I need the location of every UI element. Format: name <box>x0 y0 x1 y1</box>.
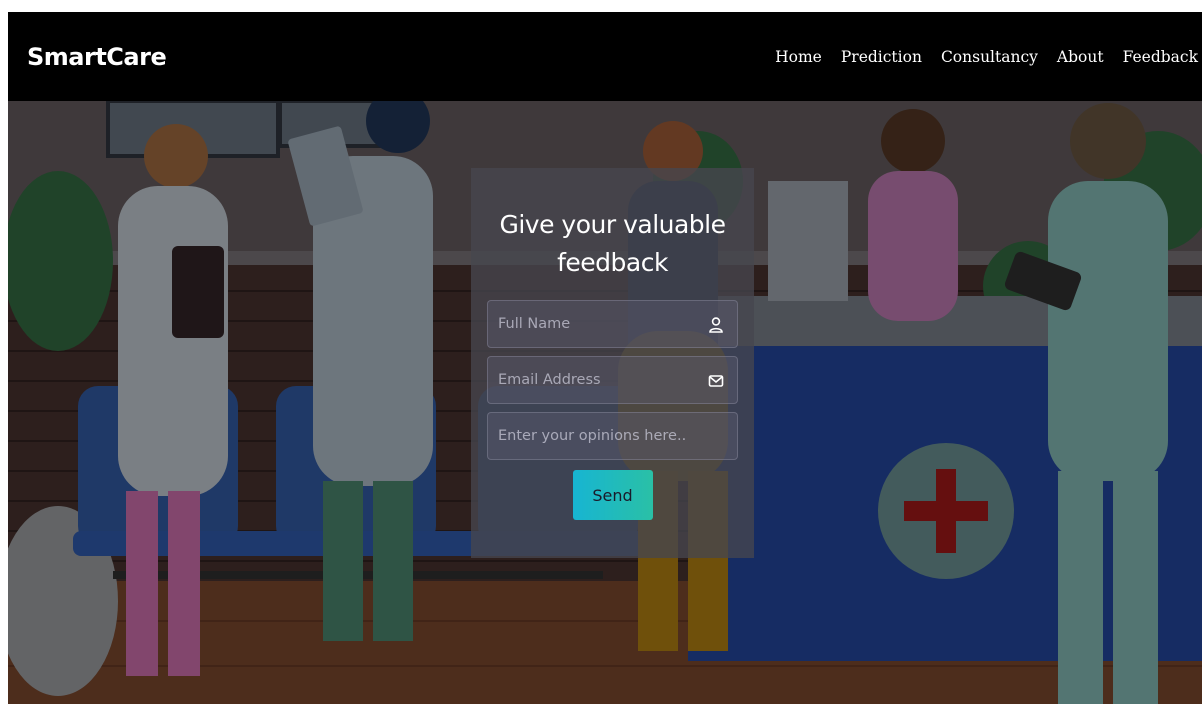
nav-feedback[interactable]: Feedback <box>1123 48 1198 66</box>
brand-logo[interactable]: SmartCare <box>27 43 167 71</box>
nav-links: Home Prediction Consultancy About Feedba… <box>775 48 1202 66</box>
form-title: Give your valuable feedback <box>487 206 738 282</box>
opinion-field-wrap <box>487 412 738 460</box>
form-title-line2: feedback <box>557 248 668 277</box>
feedback-form: Give your valuable feedback Send <box>471 168 754 558</box>
envelope-icon <box>708 375 724 387</box>
email-input[interactable] <box>488 357 737 403</box>
send-wrap: Send <box>487 470 738 520</box>
form-title-line1: Give your valuable <box>499 210 726 239</box>
nav-consultancy[interactable]: Consultancy <box>941 48 1038 66</box>
nav-home[interactable]: Home <box>775 48 822 66</box>
page-frame: SmartCare Home Prediction Consultancy Ab… <box>0 0 1202 704</box>
opinion-input[interactable] <box>488 413 737 459</box>
email-field-wrap <box>487 356 738 404</box>
send-button[interactable]: Send <box>572 470 653 520</box>
name-input[interactable] <box>488 301 737 347</box>
navbar: SmartCare Home Prediction Consultancy Ab… <box>8 12 1202 101</box>
user-icon <box>709 317 723 333</box>
nav-about[interactable]: About <box>1057 48 1104 66</box>
name-field-wrap <box>487 300 738 348</box>
nav-prediction[interactable]: Prediction <box>841 48 922 66</box>
